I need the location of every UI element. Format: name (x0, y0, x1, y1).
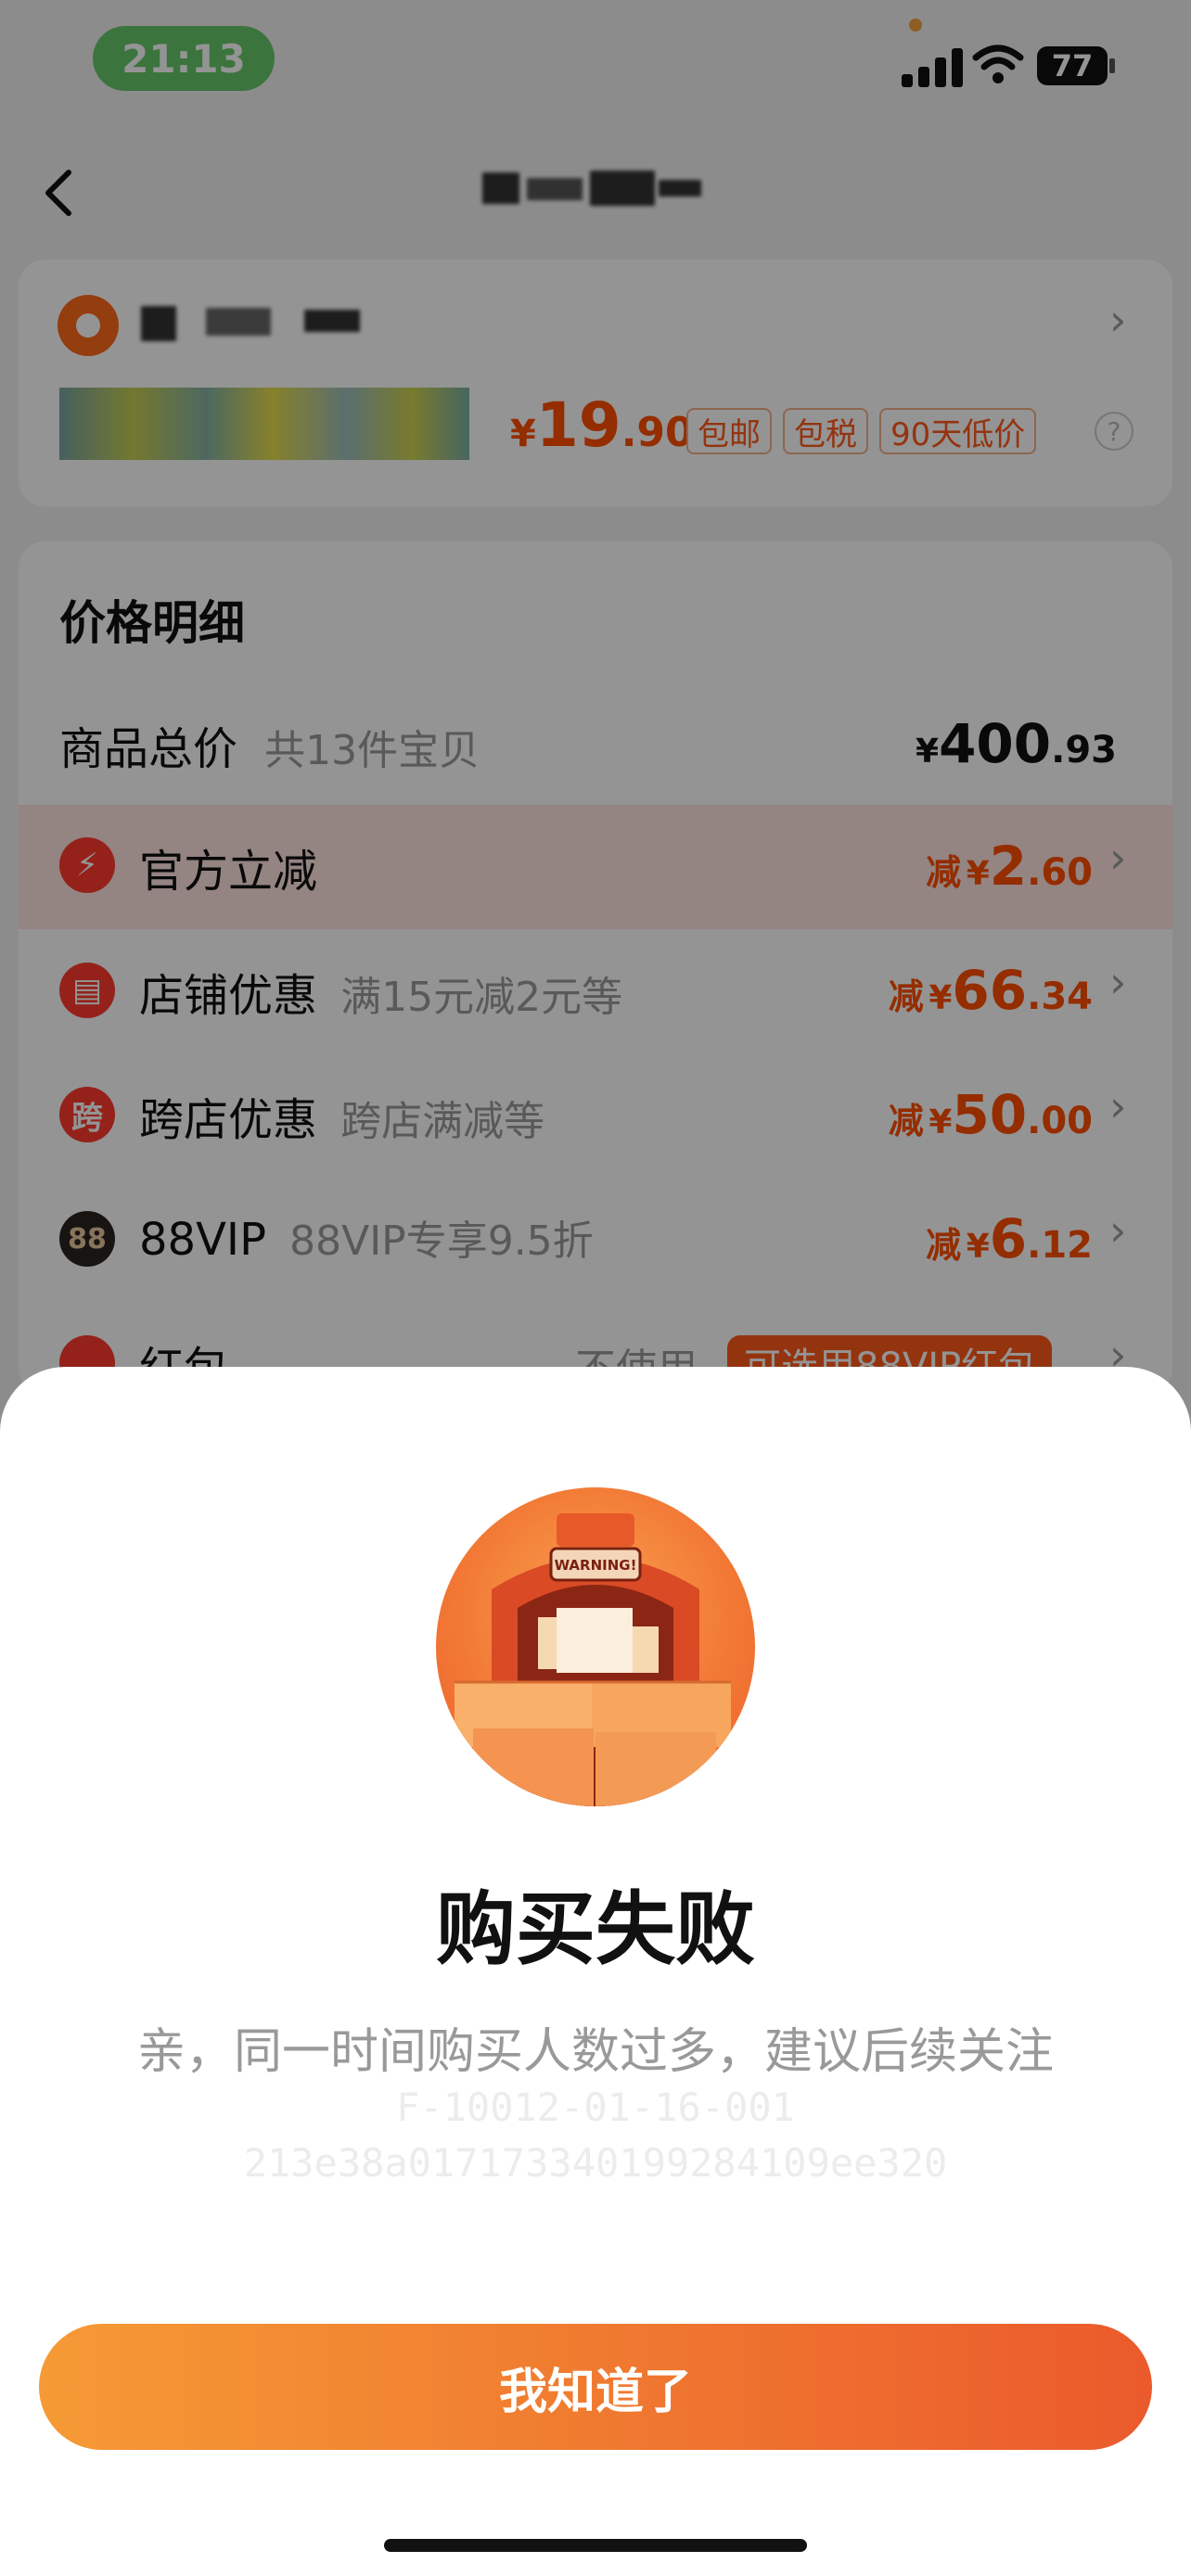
home-indicator[interactable] (384, 2539, 807, 2552)
acknowledge-button[interactable]: 我知道了 (39, 2324, 1152, 2450)
warning-illustration: WARNING! (436, 1487, 755, 1806)
dialog-title: 购买失败 (436, 1883, 755, 1976)
warning-sign-text: WARNING! (555, 1557, 637, 1574)
warning-truck-illustration: WARNING! (455, 1513, 731, 1806)
error-code: F-10012-01-16-001 (396, 2085, 795, 2130)
dialog-message: 亲，同一时间购买人数过多，建议后续关注 (136, 2024, 1054, 2080)
trace-id: 213e38a017173340199284109ee320 (243, 2140, 948, 2186)
